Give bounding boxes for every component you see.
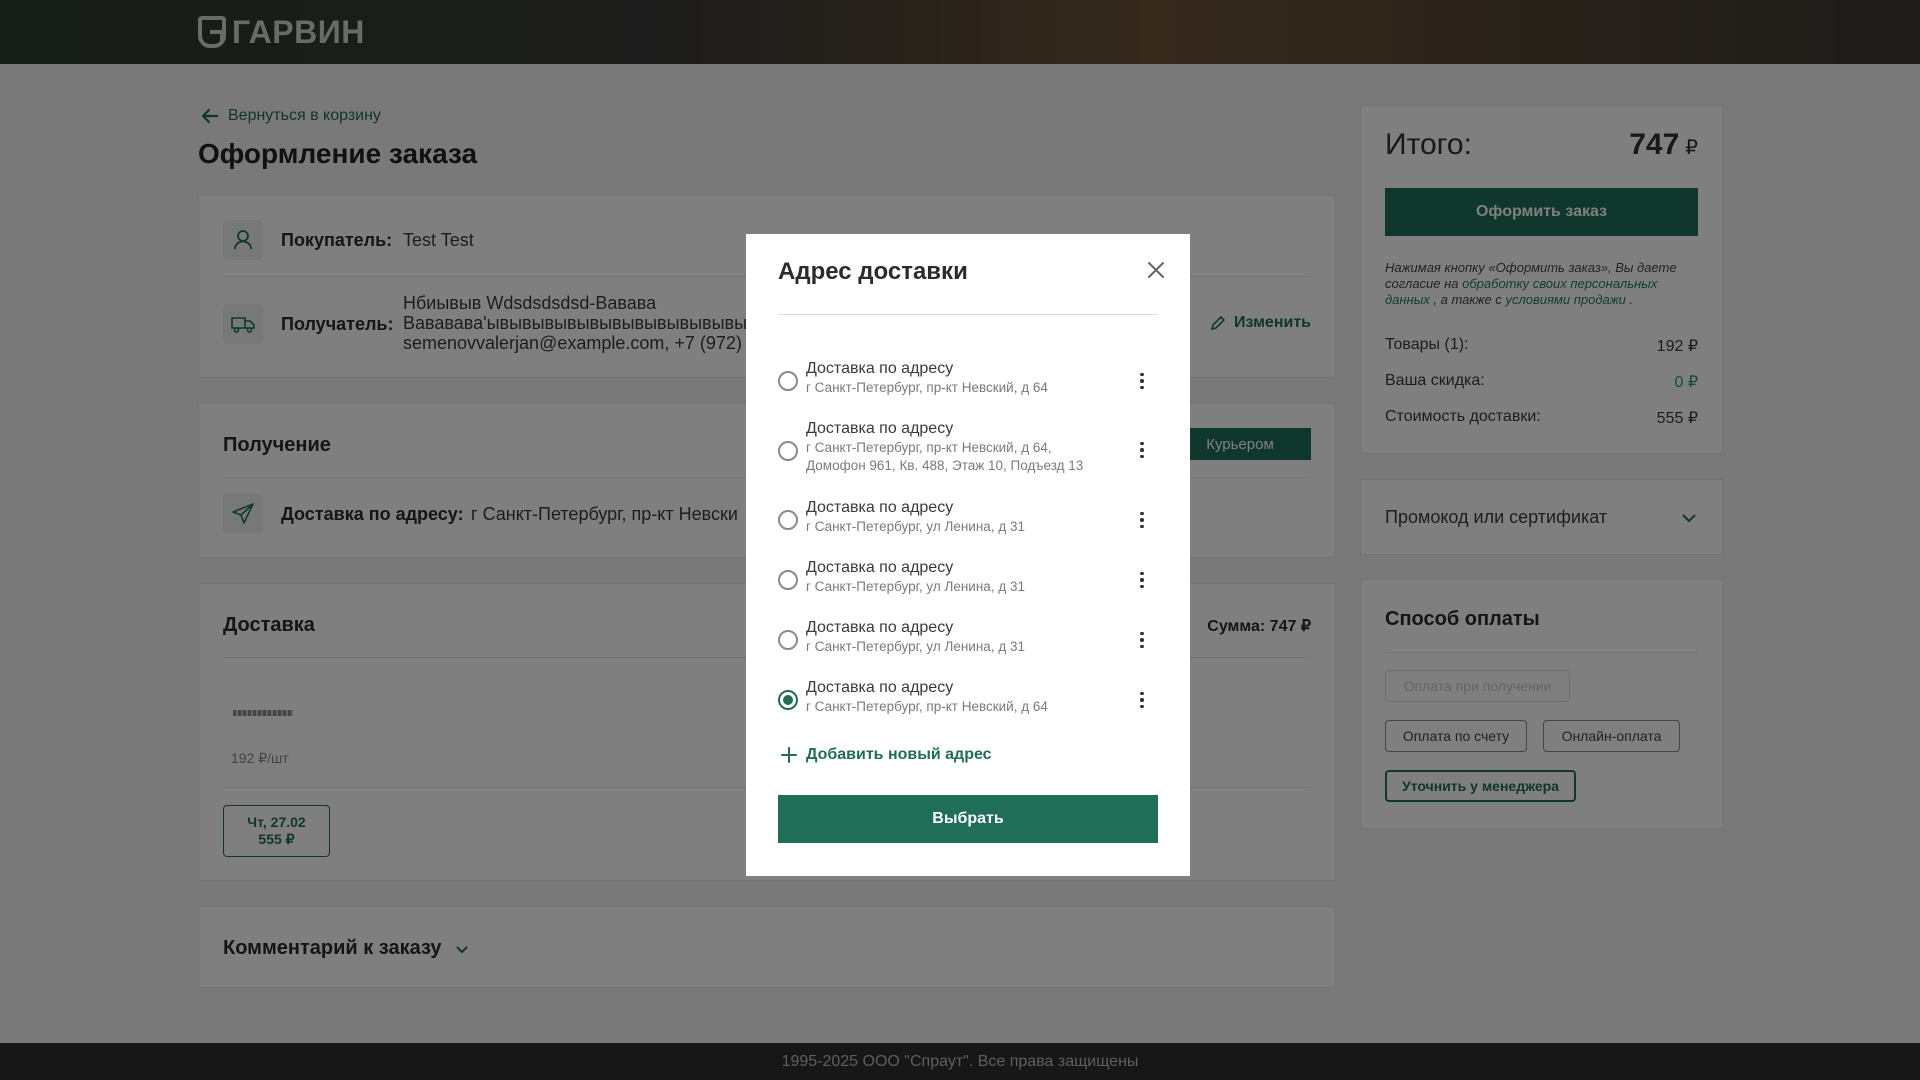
- address-text: г Санкт-Петербург, ул Ленина, д 31: [806, 639, 1025, 654]
- close-icon[interactable]: [1142, 256, 1170, 284]
- address-title: Доставка по адресу: [806, 420, 954, 437]
- address-radio-checked[interactable]: [778, 690, 798, 710]
- modal-divider: [778, 314, 1158, 315]
- address-radio[interactable]: [778, 510, 798, 530]
- address-text: г Санкт-Петербург, пр-кт Невский, д 64: [806, 380, 1048, 395]
- address-text: г Санкт-Петербург, пр-кт Невский, д 64: [806, 699, 1048, 714]
- address-title: Доставка по адресу: [806, 679, 954, 696]
- select-address-button[interactable]: Выбрать: [778, 795, 1158, 843]
- more-vertical-icon[interactable]: [1134, 570, 1150, 590]
- delivery-address-modal: Адрес доставки Доставка по адресу г Санк…: [746, 234, 1190, 876]
- address-text: г Санкт-Петербург, ул Ленина, д 31: [806, 519, 1025, 534]
- address-title: Доставка по адресу: [806, 360, 954, 377]
- address-radio[interactable]: [778, 441, 798, 461]
- address-text: г Санкт-Петербург, ул Ленина, д 31: [806, 579, 1025, 594]
- address-text: г Санкт-Петербург, пр-кт Невский, д 64, …: [806, 440, 1084, 473]
- address-radio[interactable]: [778, 570, 798, 590]
- address-option[interactable]: Доставка по адресу г Санкт-Петербург, пр…: [778, 360, 1158, 400]
- modal-title: Адрес доставки: [778, 258, 968, 285]
- plus-icon: [781, 747, 797, 763]
- address-title: Доставка по адресу: [806, 619, 954, 636]
- address-option[interactable]: Доставка по адресу г Санкт-Петербург, ул…: [778, 619, 1158, 659]
- add-new-address-link[interactable]: Добавить новый адрес: [780, 746, 992, 764]
- address-option[interactable]: Доставка по адресу г Санкт-Петербург, ул…: [778, 499, 1158, 539]
- address-option-selected[interactable]: Доставка по адресу г Санкт-Петербург, пр…: [778, 679, 1158, 719]
- more-vertical-icon[interactable]: [1134, 371, 1150, 391]
- address-title: Доставка по адресу: [806, 499, 954, 516]
- add-new-address-label: Добавить новый адрес: [806, 746, 992, 763]
- more-vertical-icon[interactable]: [1134, 440, 1150, 460]
- address-title: Доставка по адресу: [806, 559, 954, 576]
- more-vertical-icon[interactable]: [1134, 510, 1150, 530]
- more-vertical-icon[interactable]: [1134, 630, 1150, 650]
- address-radio[interactable]: [778, 630, 798, 650]
- address-option[interactable]: Доставка по адресу г Санкт-Петербург, ул…: [778, 559, 1158, 599]
- more-vertical-icon[interactable]: [1134, 690, 1150, 710]
- address-option[interactable]: Доставка по адресу г Санкт-Петербург, пр…: [778, 420, 1158, 480]
- address-radio[interactable]: [778, 371, 798, 391]
